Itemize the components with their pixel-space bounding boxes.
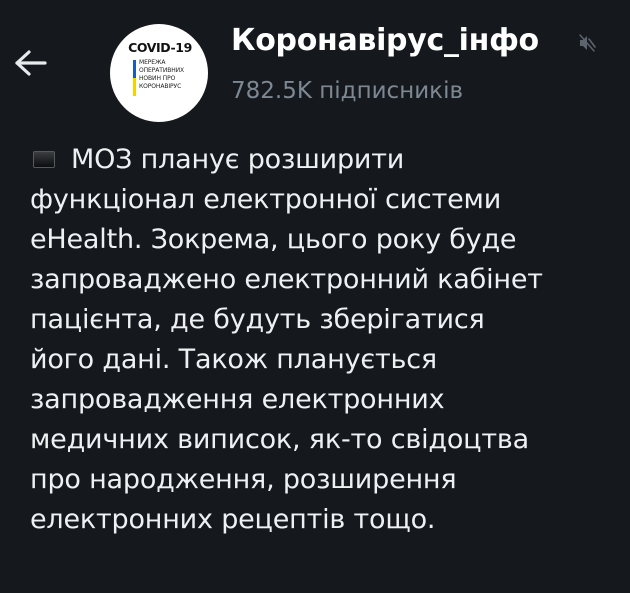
message-line: запроваджено електронний кабінет — [30, 264, 543, 295]
message-line: запровадження електронних — [30, 384, 445, 415]
subscriber-count: 782.5K підписників — [231, 78, 464, 104]
avatar-logo-title: COVID-19 — [128, 40, 192, 55]
flag-stripe-blue — [133, 60, 136, 78]
message-text: МОЗ планує розширити функціонал електрон… — [30, 140, 625, 540]
muted-speaker-icon — [579, 34, 596, 52]
channel-name[interactable]: Коронавірус_інфо — [231, 23, 539, 58]
message-line: eHealth. Зокрема, цього року буде — [30, 224, 517, 255]
avatar-logo-line: ОПЕРАТИВНИХ — [139, 67, 185, 74]
avatar-logo-line: МЕРЕЖА — [139, 59, 166, 66]
black-square-icon — [33, 151, 55, 168]
message-line: медичних виписок, як-то свідоцтва — [30, 424, 529, 455]
channel-avatar[interactable]: COVID-19 МЕРЕЖА ОПЕРАТИВНИХ НОВИН ПРО КО… — [110, 24, 208, 122]
arrow-left-icon — [15, 50, 47, 76]
message-line: електронних рецептів тощо. — [30, 504, 436, 535]
message-line: пацієнта, де будуть зберігатися — [30, 304, 485, 335]
covid-network-logo: COVID-19 МЕРЕЖА ОПЕРАТИВНИХ НОВИН ПРО КО… — [110, 24, 208, 122]
message-line: про народження, розширення — [30, 464, 457, 495]
message-line: функціонал електронної системи — [30, 184, 502, 215]
avatar-logo-line: НОВИН ПРО — [139, 75, 176, 82]
avatar-logo-subtitle: МЕРЕЖА ОПЕРАТИВНИХ НОВИН ПРО КОРОНАВІРУС — [139, 59, 199, 91]
message-line: його дані. Також планується — [30, 344, 437, 375]
channel-header: COVID-19 МЕРЕЖА ОПЕРАТИВНИХ НОВИН ПРО КО… — [0, 0, 630, 128]
back-button[interactable] — [6, 38, 56, 88]
message-line-text: МОЗ планує розширити — [71, 144, 405, 175]
message-line: МОЗ планує розширити — [30, 140, 625, 180]
flag-stripe-yellow — [133, 78, 136, 96]
avatar-logo-line: КОРОНАВІРУС — [139, 83, 182, 90]
